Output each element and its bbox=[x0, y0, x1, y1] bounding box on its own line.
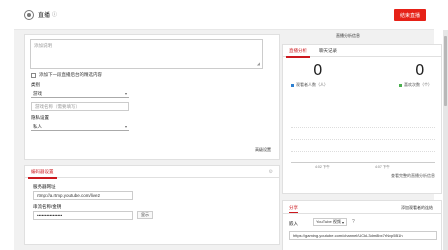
chevron-down-icon: ▾ bbox=[124, 124, 127, 129]
privacy-value: 私人 bbox=[33, 123, 42, 129]
share-url-field[interactable]: https://gaming.youtube.com/channel/UCkL3… bbox=[289, 231, 437, 240]
top-bar: 直播 ⓘ 结束直播 bbox=[14, 0, 434, 30]
page-title: 直播 bbox=[38, 13, 51, 19]
viewer-link-toggle[interactable]: 添加观看者的连结 bbox=[401, 205, 433, 211]
server-url-label: 服务器网址 bbox=[33, 184, 56, 189]
end-stream-button[interactable]: 结束直播 bbox=[393, 9, 426, 21]
like-caption: 喜欢次数（个） bbox=[399, 82, 432, 88]
viewer-caption-text: 观看者人数（人） bbox=[296, 82, 328, 87]
viewer-count: 0 bbox=[313, 61, 323, 79]
chart-tick-right: 4:07 下午 bbox=[375, 165, 390, 169]
advanced-settings-link[interactable]: 高级设置 bbox=[255, 147, 271, 153]
encoder-setup-card: 编码器设置 ⚙ 服务器网址 rtmp://a.rtmp.youtube.com/… bbox=[24, 165, 280, 245]
description-field[interactable]: 添加说明 ◢ bbox=[30, 39, 263, 69]
chart-tick-left: 4:02 下午 bbox=[315, 165, 330, 169]
promote-checkbox[interactable] bbox=[31, 72, 36, 78]
game-name-input[interactable]: 游戏名称（需要填写） bbox=[31, 102, 129, 111]
analytics-card: 直播分析 聊天记录 0 观看者人数（人） 0 喜欢次数（个） 4:02 下午 4… bbox=[282, 44, 442, 194]
help-icon[interactable]: ? bbox=[352, 219, 355, 225]
status-icon bbox=[24, 9, 34, 20]
like-caption-text: 喜欢次数（个） bbox=[404, 82, 432, 87]
embed-select[interactable]: YouTube 视频 ▾ bbox=[313, 218, 347, 226]
tab-chat[interactable]: 聊天记录 bbox=[313, 45, 343, 57]
chevron-down-icon: ▾ bbox=[341, 219, 344, 225]
settings-icon[interactable]: ⚙ bbox=[269, 169, 273, 175]
encoder-tab-row: 编码器设置 ⚙ bbox=[25, 166, 279, 179]
main-stage: 添加说明 ◢ 添加下一段直播后台的精选内容 类别 游戏 ▾ 游戏名称（需要填写）… bbox=[14, 30, 442, 250]
category-select[interactable]: 游戏 ▾ bbox=[31, 90, 129, 98]
analytics-top-link[interactable]: 直播分析信息 bbox=[336, 33, 360, 39]
stream-details-card: 添加说明 ◢ 添加下一段直播后台的精选内容 类别 游戏 ▾ 游戏名称（需要填写）… bbox=[24, 34, 280, 160]
realtime-chart bbox=[291, 115, 435, 163]
like-count: 0 bbox=[415, 61, 425, 79]
stream-key-value: •••••••••••••••• bbox=[37, 213, 63, 218]
chart-gridline bbox=[291, 127, 435, 128]
tab-stream-analytics[interactable]: 直播分析 bbox=[283, 45, 313, 58]
analytics-tab-row: 直播分析 聊天记录 bbox=[283, 45, 441, 58]
chart-gridline bbox=[291, 139, 435, 140]
category-value: 游戏 bbox=[33, 90, 42, 96]
viewer-caption: 观看者人数（人） bbox=[291, 82, 328, 88]
like-legend-swatch bbox=[399, 83, 402, 87]
info-icon[interactable]: ⓘ bbox=[52, 11, 57, 18]
game-name-placeholder: 游戏名称（需要填写） bbox=[35, 103, 80, 109]
viewer-legend-swatch bbox=[291, 83, 294, 87]
stream-key-field[interactable]: •••••••••••••••• bbox=[33, 211, 133, 220]
promote-checkbox-row[interactable]: 添加下一段直播后台的精选内容 bbox=[31, 72, 102, 78]
description-placeholder: 添加说明 bbox=[34, 43, 52, 48]
share-url-value: https://gaming.youtube.com/channel/UCkL3… bbox=[293, 233, 403, 238]
share-card: 分享 添加观看者的连结 嵌入 YouTube 视频 ▾ ? https://ga… bbox=[282, 200, 442, 250]
promote-checkbox-label: 添加下一段直播后台的精选内容 bbox=[39, 72, 102, 77]
tab-share[interactable]: 分享 bbox=[289, 205, 298, 213]
embed-select-value: YouTube 视频 bbox=[316, 219, 341, 224]
tab-encoder-setup[interactable]: 编码器设置 bbox=[25, 166, 60, 179]
resize-icon[interactable]: ◢ bbox=[257, 61, 260, 66]
reveal-key-button[interactable]: 显示 bbox=[137, 211, 153, 219]
page-scrollbar[interactable] bbox=[443, 30, 448, 250]
chart-gridline bbox=[291, 151, 435, 152]
privacy-label: 隐私设置 bbox=[31, 115, 49, 120]
share-divider bbox=[283, 213, 441, 214]
scroll-thumb[interactable] bbox=[444, 36, 447, 106]
stream-key-label: 串流名称/金钥 bbox=[33, 204, 62, 209]
category-label: 类别 bbox=[31, 82, 40, 87]
embed-label: 嵌入 bbox=[289, 221, 298, 226]
privacy-select[interactable]: 私人 ▾ bbox=[31, 123, 129, 131]
full-analytics-link[interactable]: 查看完整的直播分析信息 bbox=[391, 173, 435, 179]
chevron-down-icon: ▾ bbox=[124, 91, 127, 96]
server-url-field[interactable]: rtmp://a.rtmp.youtube.com/live2 bbox=[33, 191, 133, 200]
server-url-value: rtmp://a.rtmp.youtube.com/live2 bbox=[37, 193, 101, 198]
